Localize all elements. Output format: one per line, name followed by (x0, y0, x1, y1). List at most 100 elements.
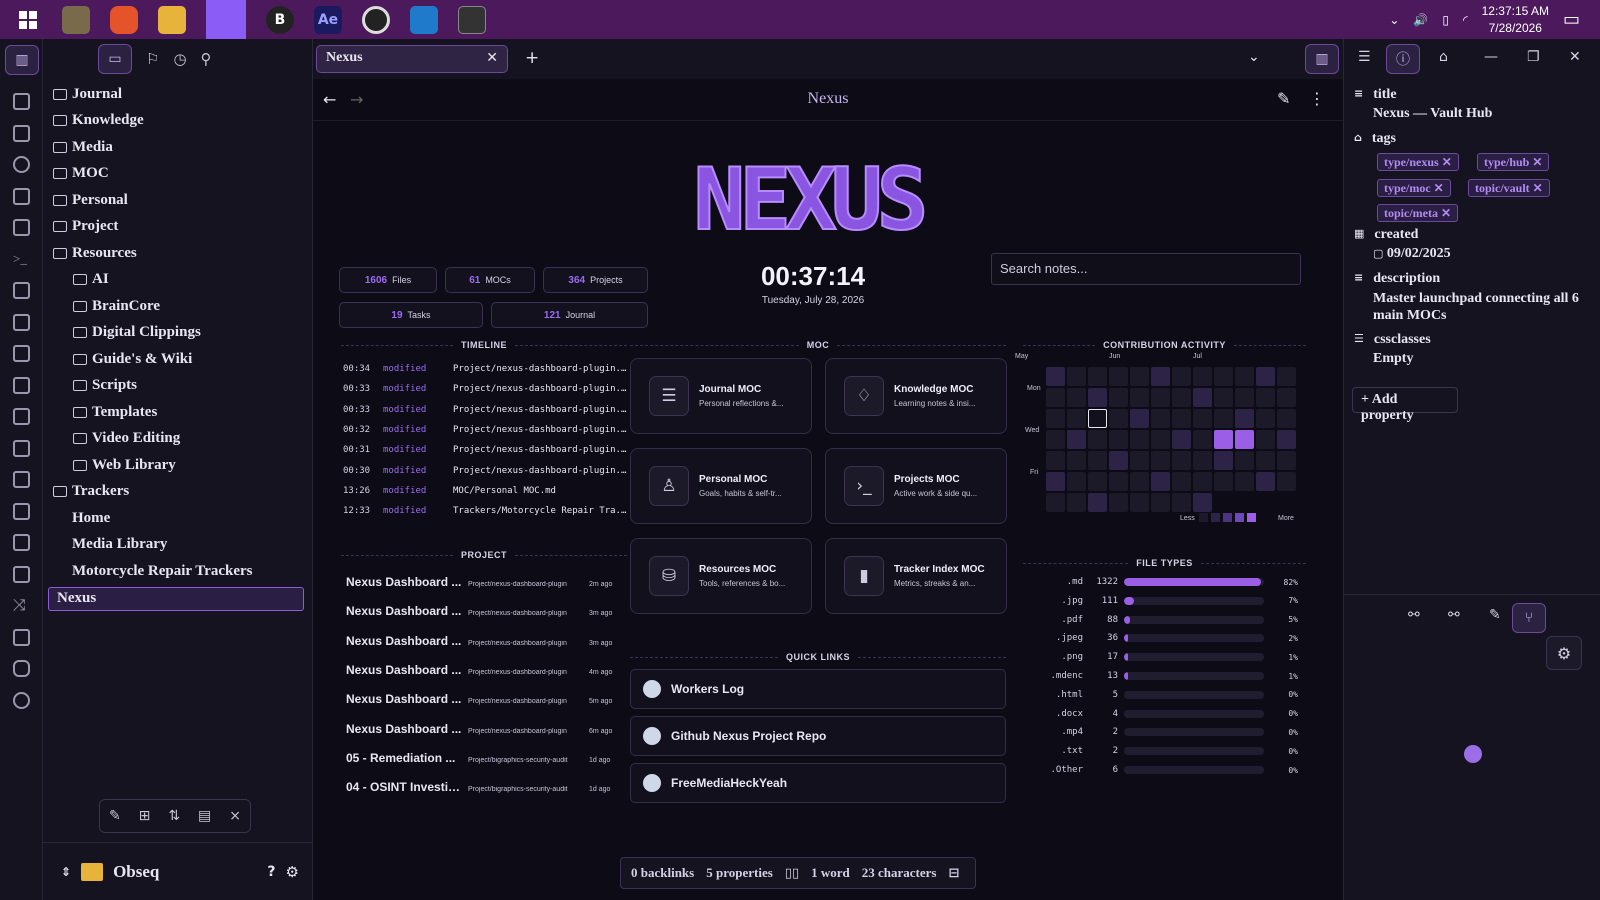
heatmap-cell[interactable] (1256, 430, 1275, 449)
bitwarden-icon[interactable]: B (266, 5, 294, 34)
heatmap-cell[interactable] (1277, 409, 1296, 428)
heatmap-cell[interactable] (1193, 472, 1212, 491)
heatmap-cell[interactable] (1151, 493, 1170, 512)
stat-files[interactable]: 1606 Files (339, 267, 437, 293)
stat-mocs[interactable]: 61 MOCs (445, 267, 535, 293)
stat-journal[interactable]: 121 Journal (491, 302, 648, 328)
heatmap-cell[interactable] (1088, 409, 1107, 428)
heatmap-cell[interactable] (1067, 451, 1086, 470)
wifi-icon[interactable]: ◜ (1463, 13, 1468, 27)
heatmap-cell[interactable] (1046, 409, 1065, 428)
tree-item[interactable]: Templates (73, 401, 157, 423)
heatmap-cell[interactable] (1067, 367, 1086, 386)
tree-item[interactable]: Project (53, 216, 118, 238)
sort-icon[interactable]: ⇅ (168, 808, 180, 824)
heatmap-cell[interactable] (1130, 430, 1149, 449)
heatmap-cell[interactable] (1046, 493, 1065, 512)
add-property-button[interactable]: + Add property (1352, 387, 1458, 423)
file-export-icon[interactable] (13, 345, 30, 362)
heatmap-cell[interactable] (1088, 388, 1107, 407)
heatmap-cell[interactable] (1214, 367, 1233, 386)
timeline-row[interactable]: 00:33 modified Project/nexus-dashboard-plu… (343, 405, 628, 415)
moc-card[interactable]: ♙ Personal MOC Goals, habits & self-tr... (630, 448, 812, 524)
heatmap-cell[interactable] (1235, 472, 1254, 491)
heatmap-cell[interactable] (1214, 409, 1233, 428)
tree-item[interactable]: Journal (53, 83, 122, 105)
tab-nexus[interactable]: Nexus ✕ (316, 45, 508, 73)
heatmap-cell[interactable] (1235, 409, 1254, 428)
project-row[interactable]: Nexus Dashboard ... Project/nexus-dashboa… (346, 575, 628, 589)
tag-chip[interactable]: type/moc ✕ (1377, 179, 1451, 197)
heatmap-cell[interactable] (1109, 472, 1128, 491)
heatmap-cell[interactable] (1046, 472, 1065, 491)
grid-icon[interactable] (13, 188, 30, 205)
file-import-icon[interactable] (13, 408, 30, 425)
graph-icon[interactable] (13, 156, 30, 173)
maximize-icon[interactable]: ❐ (1527, 49, 1540, 65)
project-row[interactable]: 04 - OSINT Investig... Project/bigraphics… (346, 780, 628, 794)
project-row[interactable]: Nexus Dashboard ... Project/nexus-dashboa… (346, 663, 628, 677)
project-row[interactable]: 05 - Remediation ... Project/bigraphics-s… (346, 751, 628, 765)
note-icon[interactable] (13, 125, 30, 142)
chevron-up-icon[interactable]: ⌄ (1389, 13, 1399, 27)
tag-chip[interactable]: topic/vault ✕ (1468, 179, 1550, 197)
new-tab-icon[interactable]: + (525, 48, 539, 68)
tree-item[interactable]: Trackers (53, 481, 129, 503)
heatmap-cell[interactable] (1109, 388, 1128, 407)
heatmap-cell[interactable] (1151, 388, 1170, 407)
clipboard-icon[interactable] (13, 377, 30, 394)
note-title[interactable]: Nexus (313, 90, 1343, 108)
layout-icon[interactable] (13, 314, 30, 331)
sidebar-toggle-icon[interactable]: ▥ (5, 45, 39, 75)
heatmap-cell[interactable] (1172, 367, 1191, 386)
heatmap-cell[interactable] (1172, 388, 1191, 407)
property-created[interactable]: ▦ created ▢ 09/02/2025 (1354, 227, 1594, 262)
tree-item[interactable]: Knowledge (53, 110, 144, 132)
heatmap-cell[interactable] (1193, 409, 1212, 428)
tree-item[interactable]: Media (53, 136, 113, 158)
heatmap-cell[interactable] (1067, 472, 1086, 491)
heatmap-cell[interactable] (1067, 409, 1086, 428)
timeline-row[interactable]: 00:30 modified Project/nexus-dashboard-plu… (343, 466, 628, 476)
heatmap-cell[interactable] (1130, 472, 1149, 491)
heatmap-cell[interactable] (1256, 472, 1275, 491)
sync-icon[interactable]: ⊟ (948, 866, 959, 881)
tag-chip[interactable]: type/nexus ✕ (1377, 153, 1459, 171)
quick-link[interactable]: FreeMediaHeckYeah (630, 763, 1006, 803)
tree-item[interactable]: AI (73, 269, 109, 291)
battery-icon[interactable]: ▯ (1442, 13, 1449, 27)
heatmap-cell[interactable] (1235, 388, 1254, 407)
heatmap-cell[interactable] (1256, 388, 1275, 407)
property-cssclasses[interactable]: ☰ cssclasses Empty (1354, 332, 1594, 367)
heatmap-cell[interactable] (1235, 367, 1254, 386)
heatmap-cell[interactable] (1277, 451, 1296, 470)
heatmap-cell[interactable] (1277, 367, 1296, 386)
heatmap-cell[interactable] (1088, 430, 1107, 449)
history-icon[interactable]: ◷ (173, 50, 186, 68)
bookmark-icon[interactable]: ⚐ (146, 50, 159, 68)
heatmap-cell[interactable] (1193, 430, 1212, 449)
backlinks-count[interactable]: 0 backlinks (631, 865, 694, 881)
heatmap-cell[interactable] (1046, 451, 1065, 470)
compass-icon[interactable] (13, 692, 30, 709)
collapse-view-icon[interactable]: ▤ (198, 808, 211, 824)
heatmap-cell[interactable] (1256, 451, 1275, 470)
heatmap-cell[interactable] (1172, 409, 1191, 428)
moc-card[interactable]: ›_ Projects MOC Active work & side qu... (825, 448, 1007, 524)
heatmap-cell[interactable] (1130, 451, 1149, 470)
tag-chip[interactable]: topic/meta ✕ (1377, 204, 1459, 222)
tag-chip[interactable]: type/hub ✕ (1477, 153, 1550, 171)
quick-link[interactable]: Github Nexus Project Repo (630, 716, 1006, 756)
book-icon[interactable] (13, 566, 30, 583)
tree-item[interactable]: Home (72, 507, 110, 529)
heatmap-cell[interactable] (1130, 388, 1149, 407)
heatmap-cell[interactable] (1214, 451, 1233, 470)
heatmap-cell[interactable] (1109, 430, 1128, 449)
heatmap-cell[interactable] (1172, 493, 1191, 512)
obsidian-icon[interactable] (206, 0, 246, 39)
heatmap-cell[interactable] (1235, 430, 1254, 449)
shuffle-icon[interactable]: ⤨ (13, 597, 30, 614)
moc-card[interactable]: ⛁ Resources MOC Tools, references & bo... (630, 538, 812, 614)
vscode-icon[interactable] (410, 5, 438, 34)
system-clock[interactable]: 12:37:15 AM 7/28/2026 (1482, 3, 1549, 37)
